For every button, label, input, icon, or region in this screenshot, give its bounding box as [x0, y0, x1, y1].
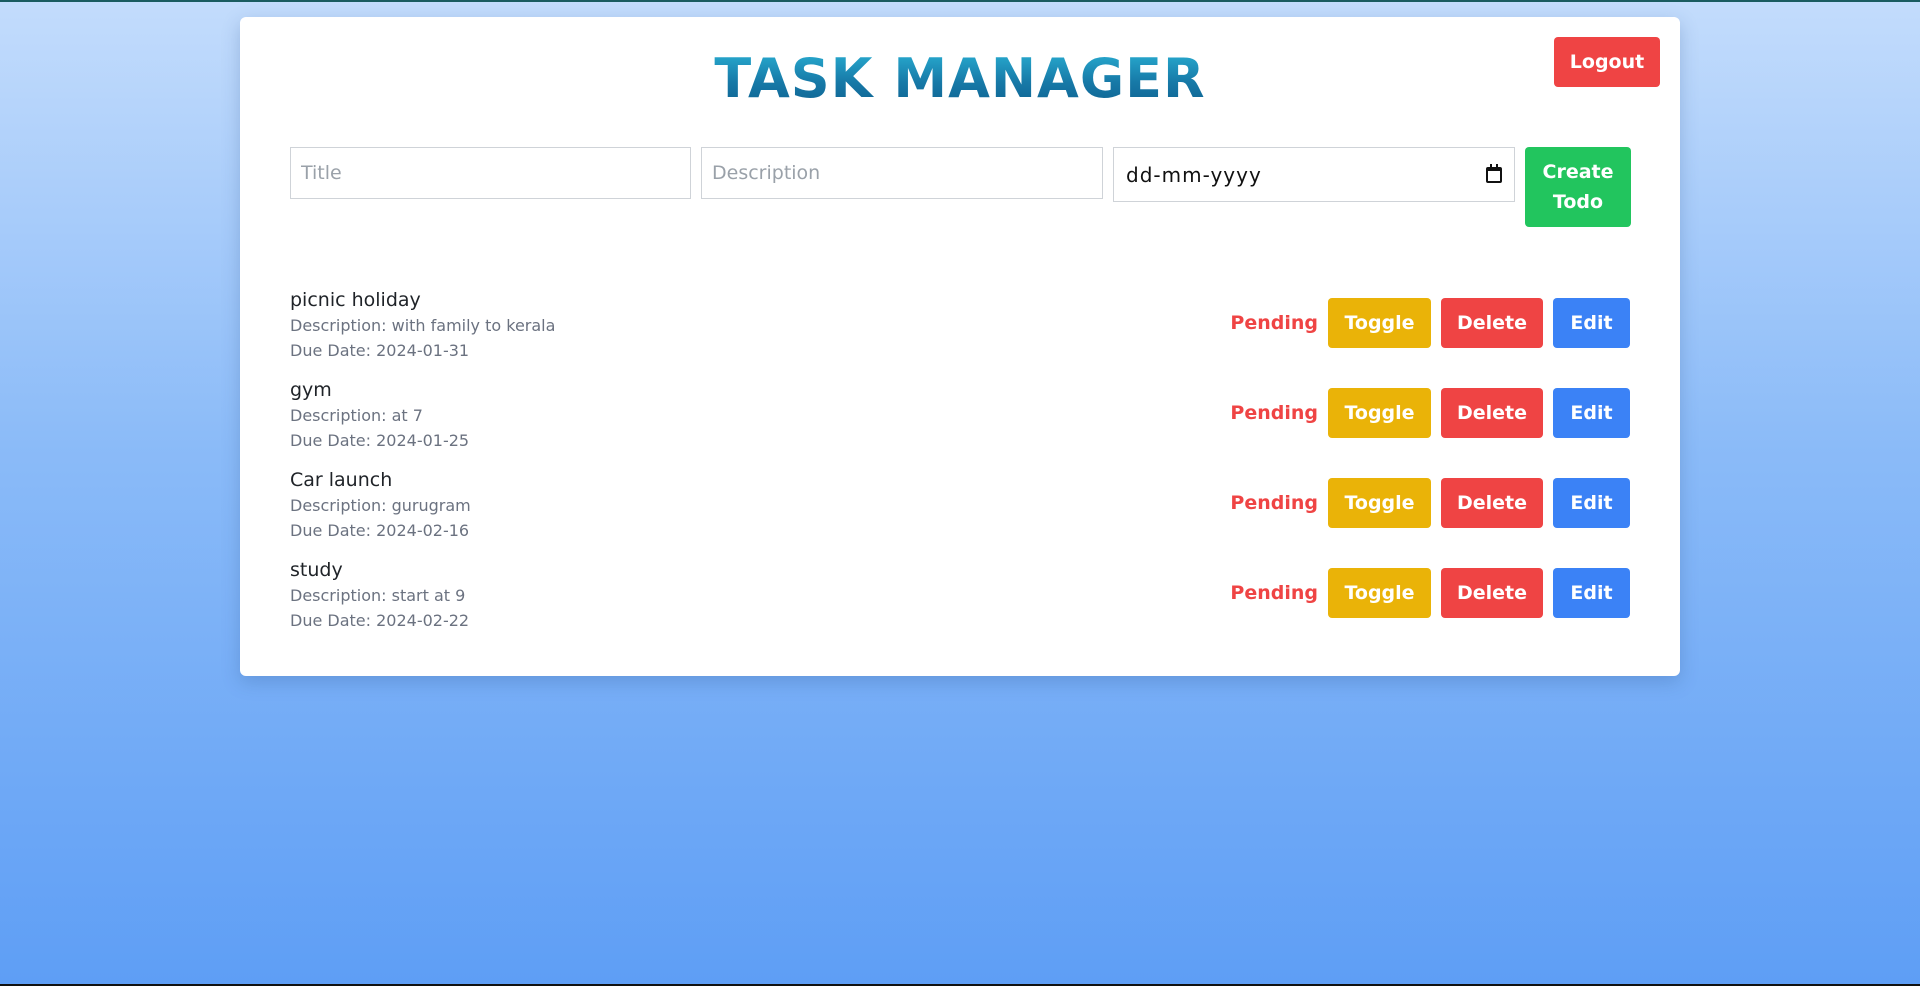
calendar-icon[interactable]	[1486, 163, 1502, 183]
todo-title: Car launch	[290, 469, 393, 491]
todo-info: gym Description: at 7 Due Date: 2024-01-…	[290, 377, 469, 453]
edit-button[interactable]: Edit	[1553, 478, 1630, 528]
status-badge: Pending	[1230, 402, 1318, 424]
todo-title: gym	[290, 379, 332, 401]
edit-button[interactable]: Edit	[1553, 388, 1630, 438]
todo-actions: Pending Toggle Delete Edit	[1230, 388, 1630, 438]
todo-list: picnic holiday Description: with family …	[290, 287, 1630, 647]
todo-due-date: Due Date: 2024-02-16	[290, 521, 470, 540]
toggle-button[interactable]: Toggle	[1328, 568, 1431, 618]
todo-actions: Pending Toggle Delete Edit	[1230, 568, 1630, 618]
page-title: TASK MANAGER	[240, 47, 1680, 110]
task-manager-card: Logout TASK MANAGER dd-mm-yyyy Create To…	[240, 17, 1680, 676]
todo-due-date: Due Date: 2024-01-31	[290, 341, 470, 360]
todo-actions: Pending Toggle Delete Edit	[1230, 298, 1630, 348]
delete-button[interactable]: Delete	[1441, 568, 1543, 618]
todo-due-date: Due Date: 2024-01-25	[290, 431, 470, 450]
edit-button[interactable]: Edit	[1553, 298, 1630, 348]
delete-button[interactable]: Delete	[1441, 478, 1543, 528]
todo-info: study Description: start at 9 Due Date: …	[290, 557, 469, 633]
date-placeholder: dd-mm-yyyy	[1126, 162, 1262, 187]
status-badge: Pending	[1230, 312, 1318, 334]
todo-info: picnic holiday Description: with family …	[290, 287, 555, 363]
create-todo-button[interactable]: Create Todo	[1525, 147, 1631, 227]
create-todo-form: dd-mm-yyyy Create Todo	[290, 147, 1631, 227]
toggle-button[interactable]: Toggle	[1328, 388, 1431, 438]
todo-description: Description: start at 9	[290, 586, 466, 605]
status-badge: Pending	[1230, 582, 1318, 604]
todo-item: picnic holiday Description: with family …	[290, 287, 1630, 377]
todo-item: gym Description: at 7 Due Date: 2024-01-…	[290, 377, 1630, 467]
title-input[interactable]	[290, 147, 691, 199]
todo-description: Description: gurugram	[290, 496, 471, 515]
edit-button[interactable]: Edit	[1553, 568, 1630, 618]
todo-title: picnic holiday	[290, 289, 421, 311]
window-top-border	[0, 0, 1920, 2]
delete-button[interactable]: Delete	[1441, 388, 1543, 438]
toggle-button[interactable]: Toggle	[1328, 478, 1431, 528]
todo-info: Car launch Description: gurugram Due Dat…	[290, 467, 471, 543]
todo-title: study	[290, 559, 343, 581]
todo-description: Description: with family to kerala	[290, 316, 556, 335]
toggle-button[interactable]: Toggle	[1328, 298, 1431, 348]
todo-actions: Pending Toggle Delete Edit	[1230, 478, 1630, 528]
delete-button[interactable]: Delete	[1441, 298, 1543, 348]
todo-item: Car launch Description: gurugram Due Dat…	[290, 467, 1630, 557]
todo-description: Description: at 7	[290, 406, 423, 425]
description-input[interactable]	[701, 147, 1103, 199]
due-date-input[interactable]: dd-mm-yyyy	[1113, 147, 1515, 202]
status-badge: Pending	[1230, 492, 1318, 514]
todo-due-date: Due Date: 2024-02-22	[290, 611, 470, 630]
todo-item: study Description: start at 9 Due Date: …	[290, 557, 1630, 647]
